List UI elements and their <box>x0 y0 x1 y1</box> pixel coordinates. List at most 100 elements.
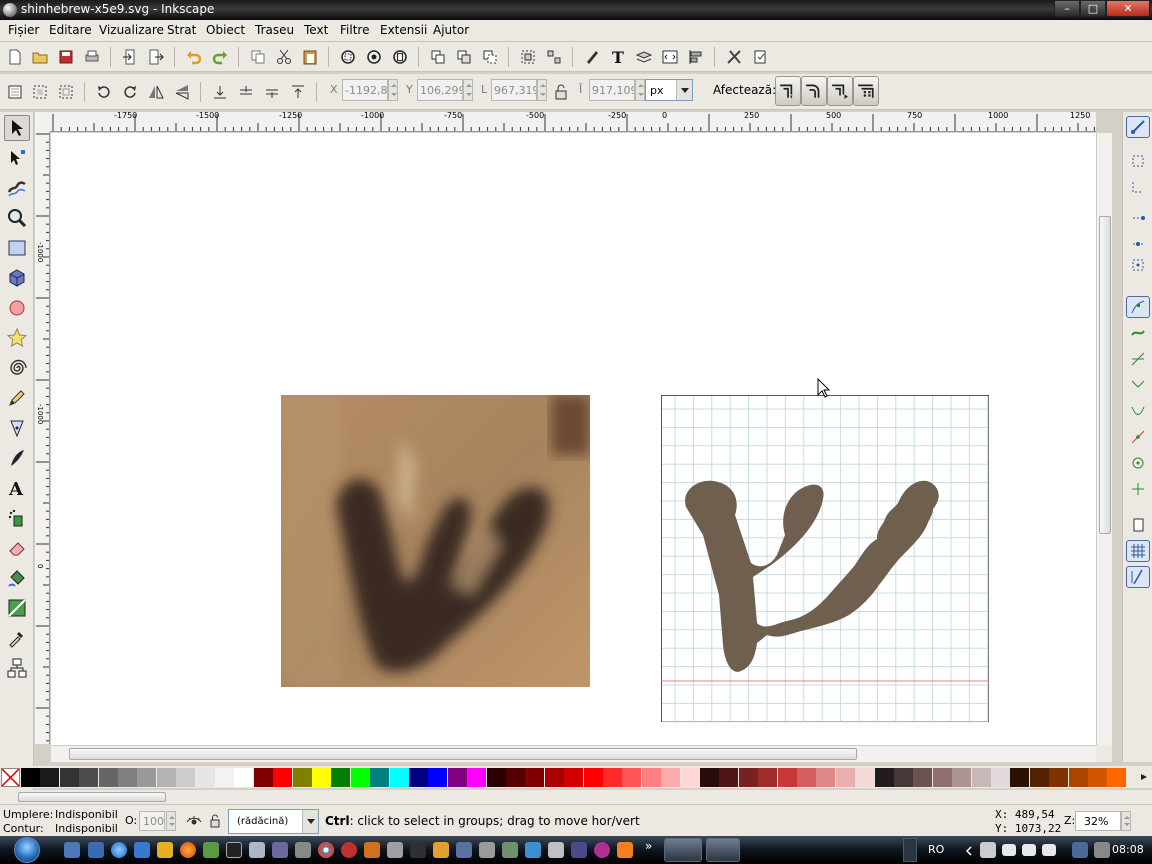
palette-swatch[interactable] <box>273 768 293 787</box>
duplicate-icon[interactable] <box>428 47 448 67</box>
tray-window-icon[interactable] <box>1022 844 1036 856</box>
height-field[interactable]: 917,109 <box>589 79 635 101</box>
php-icon[interactable] <box>272 842 288 858</box>
rectangle-tool-icon[interactable] <box>4 235 30 261</box>
spray-tool-icon[interactable] <box>4 505 30 531</box>
palette-swatch[interactable] <box>603 768 622 787</box>
x-field[interactable]: -1192,8ı <box>342 79 388 101</box>
clone-icon[interactable] <box>454 47 474 67</box>
palette-swatch[interactable] <box>253 768 273 787</box>
palette-swatch[interactable] <box>991 768 1010 787</box>
document-properties-icon[interactable] <box>750 47 770 67</box>
reference-photo[interactable] <box>281 395 590 687</box>
menu-filters[interactable]: Filtre <box>340 23 369 37</box>
flip-horizontal-icon[interactable] <box>146 82 166 102</box>
horizontal-ruler[interactable]: -1750 -1500 -1250 -1000 -750 -500 -250 0… <box>50 112 1096 132</box>
snap-bbox-midpoint-icon[interactable] <box>1126 228 1150 250</box>
palette-swatch[interactable] <box>1088 768 1107 787</box>
zoom-field[interactable]: 32% <box>1075 811 1121 831</box>
raise-to-top-icon[interactable] <box>288 82 308 102</box>
import-icon[interactable] <box>120 47 140 67</box>
palette-swatch[interactable] <box>292 768 312 787</box>
fill-stroke-icon[interactable] <box>582 47 602 67</box>
palette-swatch[interactable] <box>447 768 467 787</box>
taskbar-scroll-icon[interactable] <box>903 838 917 862</box>
palette-swatch[interactable] <box>797 768 816 787</box>
eraser-tool-icon[interactable] <box>4 535 30 561</box>
star-tool-icon[interactable] <box>4 325 30 351</box>
disc-icon[interactable] <box>387 842 403 858</box>
monitor-app-icon[interactable] <box>571 842 587 858</box>
save-icon[interactable] <box>56 47 76 67</box>
undo-icon[interactable] <box>184 47 204 67</box>
cone-app-icon[interactable] <box>617 842 633 858</box>
menu-extensions[interactable]: Extensii <box>380 23 427 37</box>
copy-icon[interactable] <box>248 47 268 67</box>
palette-swatch[interactable] <box>428 768 448 787</box>
taskbar-item-inkscape[interactable] <box>664 838 702 862</box>
palette-swatch[interactable] <box>486 768 506 787</box>
spiral-tool-icon[interactable] <box>4 355 30 381</box>
taskbar-item-up[interactable] <box>706 838 740 862</box>
select-all-icon[interactable] <box>5 82 25 102</box>
palette-swatch[interactable] <box>137 768 157 787</box>
menu-help[interactable]: Ajutor <box>433 23 469 37</box>
lower-to-bottom-icon[interactable] <box>210 82 230 102</box>
y-spinner[interactable] <box>463 79 473 101</box>
calligraphy-tool-icon[interactable] <box>4 445 30 471</box>
3d-box-tool-icon[interactable] <box>4 265 30 291</box>
eye-visibility-icon[interactable] <box>186 813 202 829</box>
palette-swatch[interactable] <box>1107 768 1127 787</box>
xml-editor-icon[interactable] <box>660 47 680 67</box>
horizontal-scroll-thumb[interactable] <box>69 748 857 760</box>
preferences-icon[interactable] <box>724 47 744 67</box>
scale-stroke-toggle[interactable] <box>775 76 801 106</box>
zoom-selection-icon[interactable] <box>338 47 358 67</box>
maximize-button[interactable]: □ <box>1080 0 1106 17</box>
palette-swatch[interactable] <box>389 768 409 787</box>
media-player-icon[interactable] <box>341 842 357 858</box>
palette-swatch[interactable] <box>525 768 545 787</box>
palette-swatch[interactable] <box>370 768 390 787</box>
lock-ratio-icon[interactable] <box>551 82 571 102</box>
layers-icon[interactable] <box>634 47 654 67</box>
language-indicator[interactable]: RO <box>928 843 944 856</box>
palette-swatch[interactable] <box>59 768 79 787</box>
glasses-app-icon[interactable] <box>502 842 518 858</box>
palette-swatch[interactable] <box>544 768 564 787</box>
ungroup-icon[interactable] <box>544 47 564 67</box>
show-desktop-icon[interactable] <box>64 842 80 858</box>
snap-bbox-center-icon[interactable] <box>1126 254 1150 276</box>
snap-enable-icon[interactable] <box>1126 116 1150 138</box>
snap-paths-icon[interactable] <box>1126 322 1150 344</box>
internet-explorer-icon[interactable] <box>111 842 127 858</box>
tools-app-icon[interactable] <box>203 842 219 858</box>
palette-swatch[interactable] <box>894 768 913 787</box>
snap-guides-icon[interactable] <box>1126 566 1150 588</box>
pencil-tool-icon[interactable] <box>4 385 30 411</box>
command-prompt-icon[interactable] <box>226 842 242 858</box>
group-icon[interactable] <box>518 47 538 67</box>
palette-swatch[interactable] <box>118 768 137 787</box>
dropper-tool-icon[interactable] <box>4 625 30 651</box>
palette-swatch[interactable] <box>855 768 875 787</box>
menu-file[interactable]: Fișier <box>8 23 39 37</box>
paste-icon[interactable] <box>300 47 320 67</box>
palette-swatch[interactable] <box>564 768 584 787</box>
palette-swatch[interactable] <box>835 768 855 787</box>
palette-swatch[interactable] <box>641 768 661 787</box>
opacity-spinner[interactable] <box>166 811 176 831</box>
tray-app-icon[interactable] <box>980 842 996 858</box>
tray-expand-icon[interactable] <box>964 845 974 856</box>
palette-swatch[interactable] <box>21 768 40 787</box>
selector-tool-icon[interactable] <box>4 115 30 141</box>
unit-select[interactable]: px <box>645 79 693 101</box>
volume-tray-icon[interactable] <box>1094 842 1110 858</box>
palette-swatch[interactable] <box>215 768 234 787</box>
menu-layer[interactable]: Strat <box>167 23 196 37</box>
zoom-corner-icon[interactable] <box>1096 745 1112 762</box>
snap-smooth-nodes-icon[interactable] <box>1126 400 1150 422</box>
palette-swatch[interactable] <box>156 768 176 787</box>
chrome-icon[interactable] <box>318 842 334 858</box>
deselect-icon[interactable] <box>56 82 76 102</box>
